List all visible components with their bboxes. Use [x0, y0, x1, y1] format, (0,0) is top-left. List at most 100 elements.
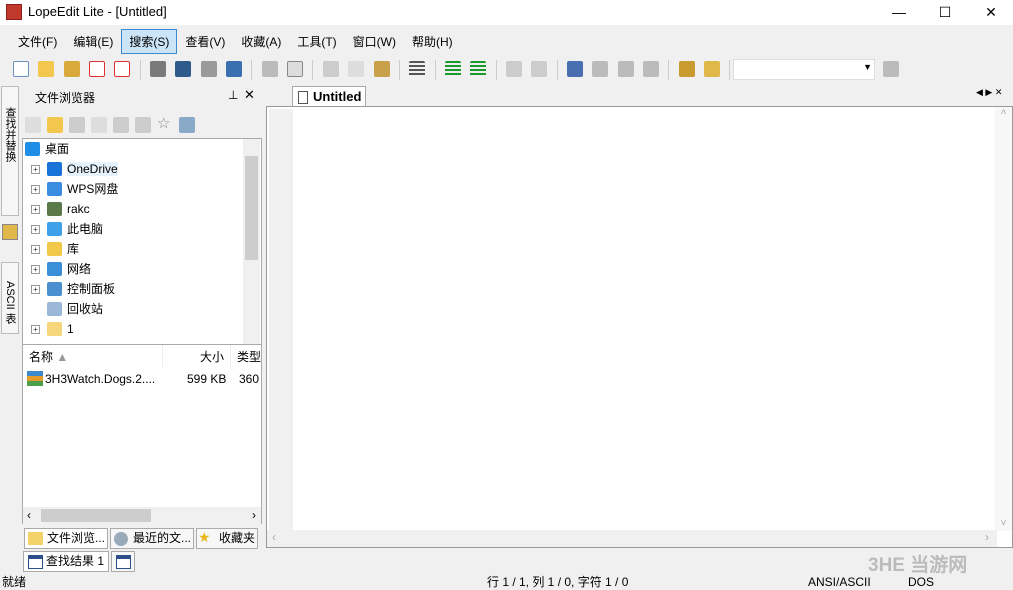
tree-item[interactable]: + rakc — [23, 199, 261, 219]
menu-favorites[interactable]: 收藏(A) — [233, 29, 289, 54]
redo-icon[interactable] — [531, 61, 548, 77]
align-icon[interactable] — [409, 61, 426, 77]
go-icon[interactable] — [883, 61, 899, 77]
new-file-icon[interactable] — [13, 61, 29, 77]
menu-edit[interactable]: 编辑(E) — [65, 29, 121, 54]
tree-item[interactable]: 桌面 — [23, 139, 261, 159]
refresh-icon[interactable] — [69, 117, 85, 133]
library-icon — [47, 242, 62, 256]
menu-bar: 文件(F) 编辑(E) 搜索(S) 查看(V) 收藏(A) 工具(T) 窗口(W) 帮助(H) — [0, 28, 1013, 54]
find-replace-icon[interactable] — [704, 61, 720, 77]
desktop-icon — [25, 142, 40, 156]
menu-tools[interactable]: 工具(T) — [289, 29, 344, 54]
copy-icon[interactable] — [348, 61, 365, 77]
expand-icon[interactable]: + — [31, 265, 40, 274]
clock-icon — [114, 532, 128, 546]
text-editor[interactable]: ˄ ˅ ‹ › — [266, 106, 1013, 548]
side-tab-find-replace[interactable]: 查找并替换 — [1, 86, 19, 216]
menu-search[interactable]: 搜索(S) — [121, 29, 178, 54]
save-remote-icon[interactable] — [226, 61, 243, 77]
tree-item[interactable]: + 控制面板 — [23, 279, 261, 299]
tree-item[interactable]: + 库 — [23, 239, 261, 259]
expand-icon[interactable]: + — [31, 165, 40, 174]
tree-item[interactable]: + 此电脑 — [23, 219, 261, 239]
close-all-icon[interactable] — [114, 61, 131, 77]
tree-item[interactable]: + OneDrive — [23, 159, 261, 179]
close-button[interactable]: ✕ — [968, 0, 1013, 25]
expand-icon[interactable]: + — [31, 285, 40, 294]
highlight-icon[interactable] — [566, 61, 583, 77]
horizontal-scrollbar[interactable]: ‹ › — [267, 530, 997, 547]
folder-icon[interactable] — [47, 117, 63, 133]
indent-icon[interactable] — [444, 61, 461, 77]
toolbar: ▼ — [0, 56, 1013, 84]
vertical-scrollbar[interactable]: ˄ ˅ — [995, 107, 1012, 531]
tab-nav-icons[interactable]: ◀ ▶ ✕ — [976, 87, 1002, 98]
find-results-icon — [28, 555, 43, 569]
find-icon[interactable] — [678, 61, 695, 77]
star-icon: ★ — [198, 529, 211, 545]
menu-help[interactable]: 帮助(H) — [404, 29, 461, 54]
spell-check-icon[interactable] — [617, 61, 634, 77]
browser-toolbar: ☆ — [22, 112, 198, 134]
open-folder-icon[interactable] — [38, 61, 55, 77]
minimize-button[interactable]: — — [876, 0, 922, 25]
list-horizontal-scrollbar[interactable]: ‹ › — [23, 507, 261, 524]
close-file-icon[interactable] — [89, 61, 106, 77]
save-all-icon[interactable] — [200, 61, 217, 77]
folder-icon — [28, 532, 43, 545]
find-tool-icon[interactable] — [2, 224, 18, 240]
expand-icon[interactable]: + — [31, 225, 40, 234]
up-folder-icon[interactable] — [25, 117, 41, 133]
menu-window[interactable]: 窗口(W) — [345, 29, 404, 54]
line-gutter — [269, 109, 293, 531]
open-remote-icon[interactable] — [63, 61, 80, 77]
side-panel-strip: 查找并替换 ASCII 表 — [0, 86, 20, 336]
pin-icon[interactable]: ⊥ — [228, 88, 238, 102]
window-title: LopeEdit Lite - [Untitled] — [28, 4, 167, 19]
expand-icon[interactable]: + — [31, 245, 40, 254]
outdent-icon[interactable] — [470, 61, 487, 77]
move-to-icon[interactable] — [135, 117, 151, 133]
tree-item[interactable]: + 网络 — [23, 259, 261, 279]
tree-item[interactable]: +1 — [23, 319, 261, 339]
save-as-icon[interactable] — [175, 61, 192, 77]
expand-icon[interactable]: + — [31, 185, 40, 194]
encoding[interactable]: ANSI/ASCII — [808, 574, 871, 590]
maximize-button[interactable]: ☐ — [922, 0, 968, 25]
line-ending[interactable]: DOS — [908, 574, 934, 590]
search-combo[interactable]: ▼ — [733, 59, 875, 80]
tab-untitled[interactable]: Untitled — [292, 86, 366, 107]
undo-icon[interactable] — [505, 61, 522, 77]
menu-view[interactable]: 查看(V) — [177, 29, 233, 54]
watermark: 3HE 当游网 — [868, 555, 968, 576]
spell-icon[interactable] — [592, 61, 609, 77]
menu-file[interactable]: 文件(F) — [10, 29, 65, 54]
properties-icon[interactable] — [179, 117, 195, 133]
file-browser-panel: 文件浏览器 ⊥ ✕ ☆ 桌面 + OneDrive + WPS网盘 + rakc + 此电脑 + 库… — [22, 86, 263, 549]
chevron-down-icon[interactable]: ▼ — [863, 62, 872, 72]
cursor-position: 行 1 / 1, 列 1 / 0, 字符 1 / 0 — [487, 575, 629, 589]
expand-icon[interactable]: + — [31, 325, 40, 334]
rename-icon[interactable] — [91, 117, 107, 133]
side-tab-ascii[interactable]: ASCII 表 — [1, 262, 19, 334]
cloud-icon — [47, 162, 62, 176]
tree-item[interactable]: 回收站 — [23, 299, 261, 319]
save-icon[interactable] — [150, 61, 167, 77]
file-row[interactable]: 3H3Watch.Dogs.2.... 599 KB 360 — [23, 369, 261, 389]
tree-item[interactable]: + WPS网盘 — [23, 179, 261, 199]
print-icon[interactable] — [261, 61, 278, 77]
column-type[interactable]: 类型 — [233, 345, 263, 367]
column-size[interactable]: 大小 — [163, 345, 231, 367]
cloud-outline-icon — [47, 182, 62, 196]
copy-to-icon[interactable] — [113, 117, 129, 133]
star-icon[interactable]: ☆ — [157, 116, 173, 133]
cut-icon[interactable] — [322, 61, 339, 77]
print-preview-icon[interactable] — [287, 61, 304, 77]
expand-icon[interactable]: + — [31, 205, 40, 214]
spell-clear-icon[interactable] — [642, 61, 659, 77]
title-bar: LopeEdit Lite - [Untitled] — ☐ ✕ — [0, 0, 1013, 25]
column-name[interactable]: 名称 ▲ — [23, 345, 163, 367]
paste-icon[interactable] — [373, 61, 390, 77]
close-panel-icon[interactable]: ✕ — [244, 87, 255, 103]
